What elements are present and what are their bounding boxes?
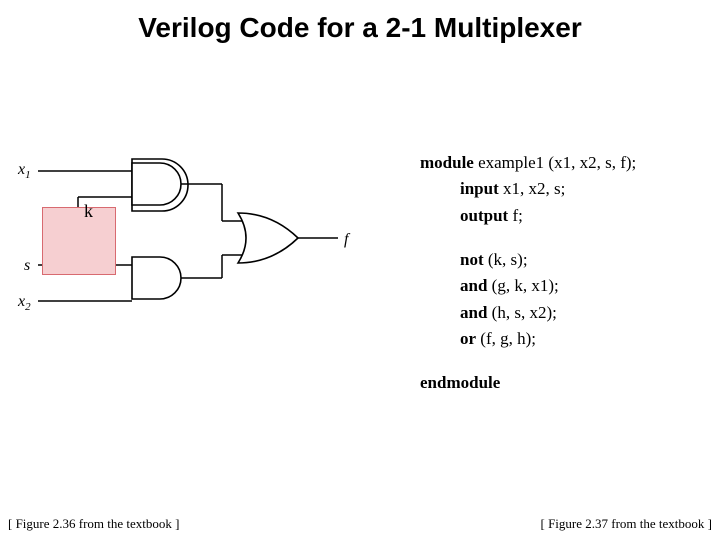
- and1-args: (g, k, x1);: [487, 276, 558, 295]
- page-title: Verilog Code for a 2-1 Multiplexer: [0, 12, 720, 44]
- wire-k-label: k: [84, 201, 93, 222]
- signal-x1-sub: 1: [25, 169, 31, 181]
- kw-or: or: [460, 329, 476, 348]
- signal-x2-label: x2: [18, 293, 31, 313]
- module-decl: example1 (x1, x2, s, f);: [474, 153, 636, 172]
- signal-x2-sub: 2: [25, 301, 31, 313]
- circuit-diagram: k x1 s x2 f: [12, 165, 362, 345]
- signal-s-label: s: [24, 257, 30, 275]
- code-line-and1: and (g, k, x1);: [420, 273, 636, 299]
- outputs-text: f;: [508, 206, 523, 225]
- blank-line-1: [420, 229, 636, 247]
- verilog-code: module example1 (x1, x2, s, f); input x1…: [420, 150, 636, 397]
- code-line-endmodule: endmodule: [420, 370, 636, 396]
- signal-f-label: f: [344, 231, 348, 249]
- inputs-text: x1, x2, s;: [499, 179, 566, 198]
- code-line-or: or (f, g, h);: [420, 326, 636, 352]
- or-gate-icon: [238, 213, 298, 263]
- signal-x1-label: x1: [18, 161, 31, 181]
- kw-and1: and: [460, 276, 487, 295]
- kw-and2: and: [460, 303, 487, 322]
- kw-not: not: [460, 250, 484, 269]
- blank-line-2: [420, 352, 636, 370]
- kw-endmodule: endmodule: [420, 373, 500, 392]
- caption-right: [ Figure 2.37 from the textbook ]: [541, 516, 713, 532]
- code-line-and2: and (h, s, x2);: [420, 300, 636, 326]
- kw-output: output: [460, 206, 508, 225]
- or-args: (f, g, h);: [476, 329, 536, 348]
- kw-input: input: [460, 179, 499, 198]
- caption-left: [ Figure 2.36 from the textbook ]: [8, 516, 180, 532]
- code-line-module: module example1 (x1, x2, s, f);: [420, 150, 636, 176]
- kw-module: module: [420, 153, 474, 172]
- not-gate-highlight: [42, 207, 116, 275]
- not-args: (k, s);: [484, 250, 528, 269]
- and2-args: (h, s, x2);: [487, 303, 556, 322]
- code-line-output: output f;: [420, 203, 636, 229]
- code-line-input: input x1, x2, s;: [420, 176, 636, 202]
- code-line-not: not (k, s);: [420, 247, 636, 273]
